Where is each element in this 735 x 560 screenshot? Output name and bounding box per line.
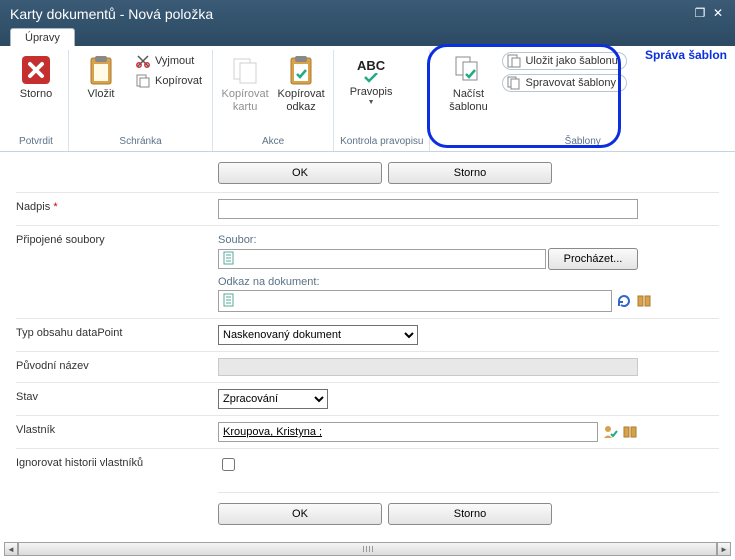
kopirovat-odkaz-label: Kopírovat odkaz [278,88,325,113]
nadpis-input[interactable] [218,199,638,219]
label-stav: Stav [16,389,218,405]
ulozit-sablonu-button[interactable]: Uložit jako šablonu [502,52,626,70]
typ-select[interactable]: Naskenovaný dokument [218,325,418,345]
scroll-right-icon[interactable]: ► [717,542,731,556]
storno-form-button[interactable]: Storno [388,162,552,184]
pages-icon [507,76,521,90]
vyjmout-label: Vyjmout [155,55,194,67]
book-icon[interactable] [636,293,652,309]
label-ignorovat: Ignorovat historii vlastníků [16,455,218,471]
ribbon-group-sablony: Načíst šablonu Uložit jako šablonu Sprav… [430,50,735,151]
ribbon-group-akce: Kopírovat kartu Kopírovat odkaz Akce [213,50,334,151]
pravopis-button[interactable]: ABC Pravopis ▼ [340,52,402,108]
scissors-icon [135,53,151,69]
row-typ: Typ obsahu dataPoint Naskenovaný dokumen… [16,318,719,351]
ok-button[interactable]: OK [218,162,382,184]
person-check-icon[interactable] [602,424,618,440]
button-row-bottom: OK Storno [218,492,719,525]
spravovat-sablony-button[interactable]: Spravovat šablony [502,74,626,92]
copy-icon [135,73,151,89]
required-mark: * [53,201,57,213]
annotation-label: Správa šablon [645,48,727,62]
form-area: OK Storno Nadpis * Připojené soubory Sou… [0,152,735,542]
prochazet-button[interactable]: Procházet... [548,248,638,270]
clipboard-icon [85,54,117,86]
scroll-thumb[interactable] [18,542,717,556]
vlozit-label: Vložit [88,88,115,101]
check-icon [363,73,379,83]
file-icon [221,251,237,267]
ribbon-group-label: Šablony [436,134,729,151]
vlastnik-input[interactable] [218,422,598,442]
row-pripojene: Připojené soubory Soubor: Procházet... O… [16,225,719,318]
page-check-icon [452,54,484,86]
odkaz-input[interactable] [218,290,612,312]
soubor-path [218,249,546,269]
window-controls: ❐ ✕ [693,6,725,20]
stav-select[interactable]: Zpracování [218,389,328,409]
close-icon[interactable]: ✕ [711,6,725,20]
label-typ: Typ obsahu dataPoint [16,325,218,341]
abc-icon: ABC [357,58,385,73]
row-puvodni: Původní název [16,351,719,382]
clipboard-check-icon [285,54,317,86]
puvodni-readonly [218,358,638,376]
ribbon: Storno Potvrdit Vložit Vyjmout Kopírovat [0,46,735,152]
kopirovat-odkaz-button[interactable]: Kopírovat odkaz [275,52,327,115]
storno-label: Storno [20,88,52,101]
kopirovat-button[interactable]: Kopírovat [131,72,206,90]
scroll-left-icon[interactable]: ◄ [4,542,18,556]
pravopis-label: Pravopis [350,86,393,99]
file-icon [221,293,237,309]
ribbon-group-potvrdit: Storno Potvrdit [0,50,69,151]
ribbon-group-label: Schránka [75,134,206,151]
row-nadpis: Nadpis * [16,192,719,225]
tab-upravy[interactable]: Úpravy [10,28,75,47]
ribbon-group-pravopis: ABC Pravopis ▼ Kontrola pravopisu [334,50,430,151]
label-odkaz: Odkaz na dokument: [218,276,719,288]
nacist-label: Načíst šablonu [449,88,488,113]
ribbon-group-label: Potvrdit [10,134,62,151]
label-vlastnik: Vlastník [16,422,218,438]
storno-button[interactable]: Storno [10,52,62,103]
book-icon[interactable] [622,424,638,440]
ulozit-label: Uložit jako šablonu [525,55,617,67]
newwindow-icon[interactable]: ❐ [693,6,707,20]
nacist-sablonu-button[interactable]: Načíst šablonu [442,52,494,115]
window-title: Karty dokumentů - Nová položka [10,6,213,22]
ribbon-group-schranka: Vložit Vyjmout Kopírovat Schránka [69,50,213,151]
titlebar: Karty dokumentů - Nová položka ❐ ✕ [0,0,735,46]
vyjmout-button[interactable]: Vyjmout [131,52,206,70]
storno-form-button-bottom[interactable]: Storno [388,503,552,525]
spravovat-label: Spravovat šablony [525,77,616,89]
button-row-top: OK Storno [218,162,719,184]
label-pripojene: Připojené soubory [16,232,218,248]
ribbon-group-label: Kontrola pravopisu [340,134,423,151]
label-puvodni: Původní název [16,358,218,374]
copy-icon [229,54,261,86]
ok-button-bottom[interactable]: OK [218,503,382,525]
page-save-icon [507,54,521,68]
refresh-icon[interactable] [616,293,632,309]
label-nadpis: Nadpis * [16,199,218,215]
vlozit-button[interactable]: Vložit [75,52,127,103]
row-ignorovat: Ignorovat historii vlastníků [16,448,719,480]
ribbon-group-label: Akce [219,134,327,151]
row-vlastnik: Vlastník [16,415,719,448]
kopirovat-label: Kopírovat [155,75,202,87]
cancel-icon [20,54,52,86]
label-soubor: Soubor: [218,234,719,246]
kopirovat-kartu-button[interactable]: Kopírovat kartu [219,52,271,115]
row-stav: Stav Zpracování [16,382,719,415]
kopirovat-kartu-label: Kopírovat kartu [222,88,269,113]
ignorovat-checkbox[interactable] [222,458,235,471]
horizontal-scrollbar[interactable]: ◄ ► [4,542,731,556]
